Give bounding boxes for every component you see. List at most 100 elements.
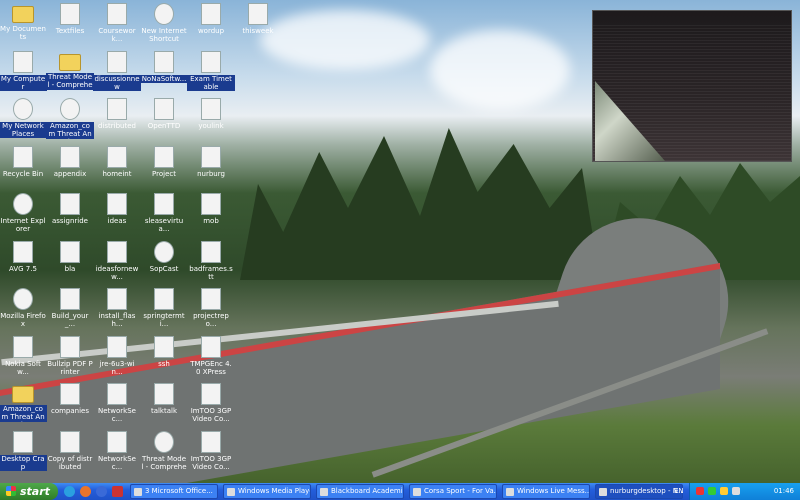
firefox-quicklaunch-icon[interactable] [80, 486, 91, 497]
desktop-icon-label: projectrepo... [193, 312, 229, 328]
desktop-icon[interactable]: Build_your_... [46, 286, 94, 330]
taskbar-button[interactable]: Blackboard Academi... [316, 484, 404, 499]
imtoo-icon [201, 430, 221, 453]
desktop-icon[interactable]: AVG 7.5 [0, 239, 47, 283]
taskbar-button[interactable]: Corsa Sport - For Va... [409, 484, 497, 499]
antivirus-tray-icon[interactable] [696, 487, 704, 495]
desktop-icon[interactable]: Project [140, 144, 188, 188]
desktop-icon[interactable]: talktalk [140, 381, 188, 425]
text-file-icon [107, 98, 127, 120]
desktop-icon[interactable]: Textfiles [46, 1, 94, 45]
desktop-icon[interactable]: My Computer [0, 49, 47, 93]
firefox-icon [13, 288, 33, 310]
folder-docs-icon [12, 6, 34, 23]
taskbar-button-label: 3 Microsoft Office... [145, 487, 213, 495]
desktop-icon[interactable]: ssh [140, 334, 188, 378]
desktop-icon-label: Mozilla Firefox [0, 312, 46, 328]
desktop-icon[interactable]: ImTOO 3GP Video Co... [187, 381, 235, 425]
network-tray-icon[interactable] [720, 487, 728, 495]
desktop-icon[interactable]: NetworkSec... [93, 381, 141, 425]
notepad-icon [599, 488, 607, 496]
desktop-icon[interactable]: SopCast [140, 239, 188, 283]
desktop-icon[interactable]: New Internet Shortcut [140, 1, 188, 45]
desktop-icon[interactable]: appendix [46, 144, 94, 188]
desktop-icon[interactable]: install_flash... [93, 286, 141, 330]
desktop-icon[interactable]: Copy of distributed [46, 429, 94, 473]
desktop-icon[interactable]: bla [46, 239, 94, 283]
desktop-icon[interactable]: ideasforneww... [93, 239, 141, 283]
text-file-icon [201, 50, 221, 73]
desktop-icon[interactable]: Threat Model - Comprehen... [46, 49, 94, 93]
desktop-icon[interactable]: Bullzip PDF Printer [46, 334, 94, 378]
desktop-icon-label: AVG 7.5 [9, 264, 37, 273]
desktop-icon-label: Coursework... [98, 27, 136, 43]
taskbar-button[interactable]: Windows Live Mess... [502, 484, 590, 499]
desktop-icon-label: homeint [102, 169, 132, 178]
pdf-icon [60, 240, 80, 263]
messenger-tray-icon[interactable] [708, 487, 716, 495]
desktop-icon[interactable]: wordup [187, 1, 235, 45]
desktop-icon[interactable]: Exam Timetable [187, 49, 235, 93]
desktop-icon-label: assignride [52, 217, 88, 225]
desktop[interactable]: My Documents Textfiles Coursework... New In… [0, 0, 800, 483]
desktop-icon[interactable]: projectrepo... [187, 286, 235, 330]
taskbar-button-label: Blackboard Academi... [331, 487, 404, 495]
desktop-icon[interactable]: Internet Explorer [0, 191, 47, 235]
desktop-icon[interactable]: thisweek [234, 1, 282, 45]
text-file-icon [154, 383, 174, 405]
desktop-icon[interactable]: distributed [93, 96, 141, 140]
webcam-gadget[interactable] [592, 10, 792, 162]
desktop-icon-label: My Computer [0, 74, 47, 91]
desktop-icon-label: My Network Places [0, 122, 47, 138]
desktop-icon[interactable]: youlink [187, 96, 235, 140]
desktop-icon[interactable]: ideas [93, 191, 141, 235]
desktop-icon[interactable]: My Documents [0, 1, 47, 45]
clock[interactable]: 01:46 [774, 483, 794, 500]
desktop-icon[interactable]: Amazon_com Threat Anal... [0, 381, 47, 425]
language-indicator[interactable]: EN [674, 483, 684, 500]
desktop-icon[interactable]: discussionnew [93, 49, 141, 93]
text-file-icon [60, 193, 80, 215]
taskbar-button[interactable]: nurburgdesktop - N... [595, 484, 683, 499]
taskbar-button[interactable]: Windows Media Player [223, 484, 311, 499]
desktop-icon[interactable]: OpenTTD [140, 96, 188, 140]
start-button[interactable]: start [0, 483, 58, 500]
desktop-icon-label: sleasevirtua... [144, 217, 184, 233]
desktop-icon[interactable]: jre-6u3-win... [93, 334, 141, 378]
desktop-icon[interactable]: Mozilla Firefox [0, 286, 47, 330]
desktop-icon[interactable]: mob [187, 191, 235, 235]
text-file-icon [201, 288, 221, 310]
show-desktop-icon[interactable] [96, 486, 107, 497]
desktop-icon[interactable]: companies [46, 381, 94, 425]
desktop-icon[interactable]: badframes.stt [187, 239, 235, 283]
pdf-icon [60, 288, 80, 310]
desktop-icon[interactable]: homeint [93, 144, 141, 188]
desktop-icon[interactable]: NetworkSec... [93, 429, 141, 473]
desktop-icon-label: Build_your_... [51, 312, 89, 328]
media-quicklaunch-icon[interactable] [112, 486, 123, 497]
desktop-icon-label: bla [64, 264, 76, 273]
desktop-icon[interactable]: NoNaSoftw... [140, 49, 188, 93]
desktop-icon[interactable]: Coursework... [93, 1, 141, 45]
desktop-icon[interactable]: sleasevirtua... [140, 191, 188, 235]
desktop-icon[interactable]: Desktop Crap [0, 429, 47, 473]
desktop-icon-label: Textfiles [55, 27, 85, 35]
text-file-icon [154, 193, 174, 215]
desktop-icon[interactable]: nurburg [187, 144, 235, 188]
volume-tray-icon[interactable] [732, 487, 740, 495]
desktop-icon[interactable]: springtermti... [140, 286, 188, 330]
ie-quicklaunch-icon[interactable] [64, 486, 75, 497]
start-label: start [20, 485, 50, 498]
desktop-icon[interactable]: ImTOO 3GP Video Co... [187, 429, 235, 473]
desktop-icon[interactable]: Amazon_com Threat Anal... [46, 96, 94, 140]
desktop-icon[interactable]: TMPGEnc 4.0 XPress [187, 334, 235, 378]
messenger-icon [506, 488, 514, 496]
text-file-icon [107, 430, 127, 453]
taskbar-button[interactable]: 3 Microsoft Office... [130, 484, 218, 499]
desktop-icon-label: Desktop Crap [0, 454, 47, 471]
desktop-icon[interactable]: My Network Places [0, 96, 47, 140]
desktop-icon[interactable]: Nokia Softw... [0, 334, 47, 378]
desktop-icon[interactable]: assignride [46, 191, 94, 235]
desktop-icon[interactable]: Threat Model - Comprehen... [140, 429, 188, 473]
desktop-icon[interactable]: Recycle Bin [0, 144, 47, 188]
